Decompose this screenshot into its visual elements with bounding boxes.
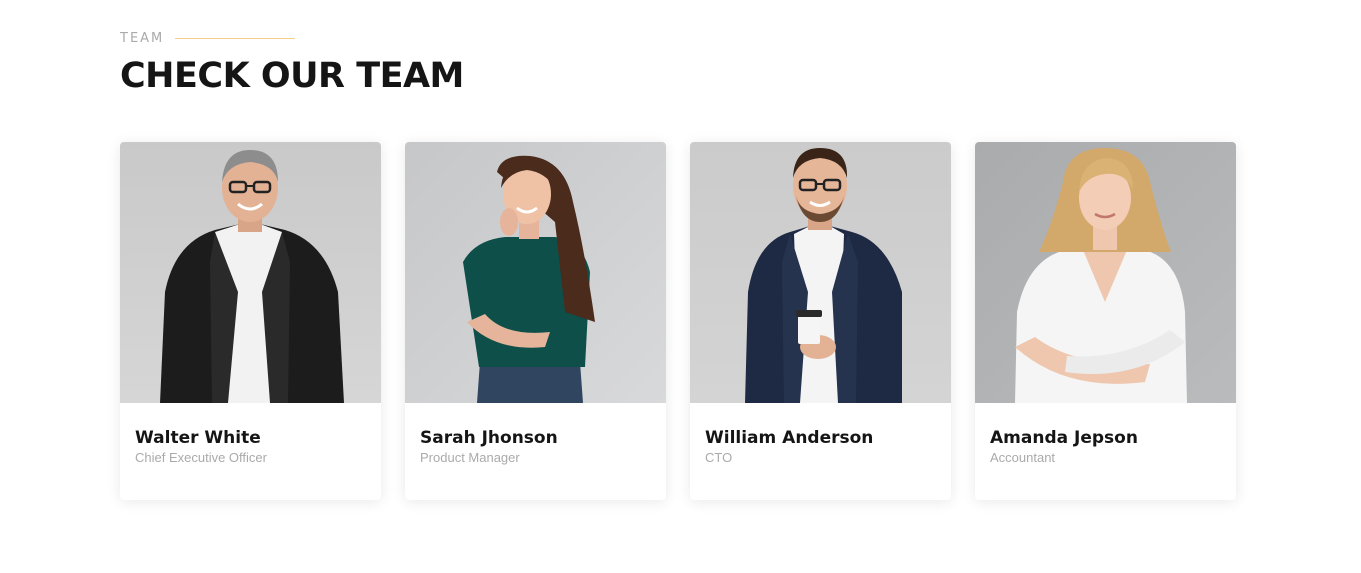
member-photo [690,142,951,403]
section-eyebrow: TEAM [120,28,464,48]
team-grid: Walter White Chief Executive Officer Sar… [120,142,1236,500]
member-photo [975,142,1236,403]
member-info: Sarah Jhonson Product Manager [405,403,666,467]
team-member-card[interactable]: Walter White Chief Executive Officer [120,142,381,500]
member-role: Accountant [990,450,1056,465]
portrait-man-black-blazer-glasses-icon [120,142,381,403]
member-photo [405,142,666,403]
member-role: CTO [705,450,733,465]
section-title: CHECK OUR TEAM [120,56,464,96]
member-role: Chief Executive Officer [135,450,267,465]
member-name: Walter White [135,428,261,448]
member-role: Product Manager [420,450,520,465]
member-name: Amanda Jepson [990,428,1138,448]
member-info: William Anderson CTO [690,403,951,467]
member-info: Walter White Chief Executive Officer [120,403,381,467]
member-name: Sarah Jhonson [420,428,558,448]
team-section: TEAM CHECK OUR TEAM Walter White Chief E… [0,0,1361,573]
portrait-woman-white-blouse-icon [975,142,1236,403]
eyebrow-label: TEAM [120,30,165,46]
member-info: Amanda Jepson Accountant [975,403,1236,467]
member-photo [120,142,381,403]
team-member-card[interactable]: Amanda Jepson Accountant [975,142,1236,500]
eyebrow-divider [175,37,296,39]
portrait-woman-green-top-icon [405,142,666,403]
section-header: TEAM CHECK OUR TEAM [120,28,464,98]
team-member-card[interactable]: Sarah Jhonson Product Manager [405,142,666,500]
portrait-man-navy-suit-coffee-icon [690,142,951,403]
team-member-card[interactable]: William Anderson CTO [690,142,951,500]
member-name: William Anderson [705,428,874,448]
